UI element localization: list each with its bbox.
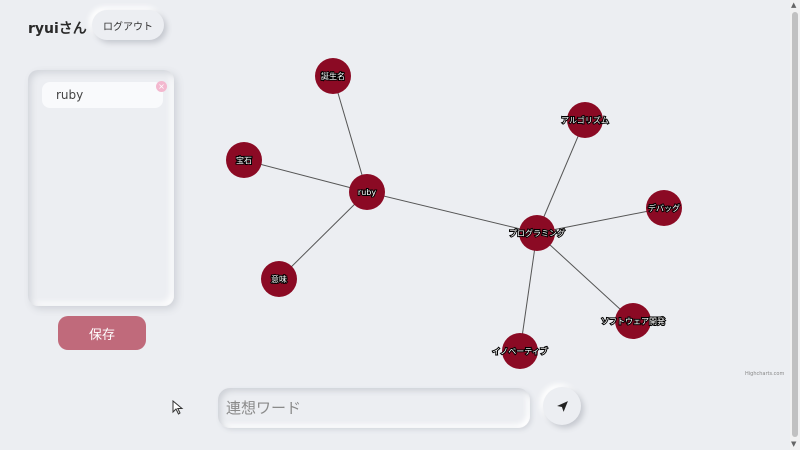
graph-node-label: ソフトウェア開発 (601, 317, 665, 326)
scrollbar-thumb[interactable] (792, 12, 798, 437)
graph-node-label: 宝石 (236, 155, 252, 165)
graph-node-label: アルゴリズム (561, 115, 609, 125)
scroll-up-icon[interactable]: ▲ (791, 1, 796, 9)
chart-credit[interactable]: Highcharts.com (745, 371, 784, 377)
graph-node-label: 意味 (271, 274, 287, 284)
send-button[interactable] (543, 387, 581, 425)
scroll-down-icon[interactable]: ▼ (791, 440, 796, 448)
graph-node-label: 誕生名 (321, 71, 345, 81)
graph-node-label: ruby (358, 188, 376, 197)
send-icon (556, 400, 568, 412)
graph-edge (278, 191, 368, 280)
graph-node-label: イノベーティブ (492, 346, 548, 356)
word-input[interactable] (218, 388, 530, 428)
graph-edge (366, 191, 538, 234)
graph-node-label: デバッグ (648, 203, 680, 213)
graph-edge (243, 159, 368, 193)
word-graph: ruby 誕生名宝石意味 プログラミング アルゴリズムデバッグソフトウェア開発イノベー… (226, 58, 682, 369)
graph-edge (536, 232, 634, 322)
mouse-cursor-icon (172, 400, 184, 415)
graph-edge (332, 75, 368, 193)
graph-node-label: プログラミング (509, 228, 565, 238)
graph-edge (536, 119, 586, 234)
